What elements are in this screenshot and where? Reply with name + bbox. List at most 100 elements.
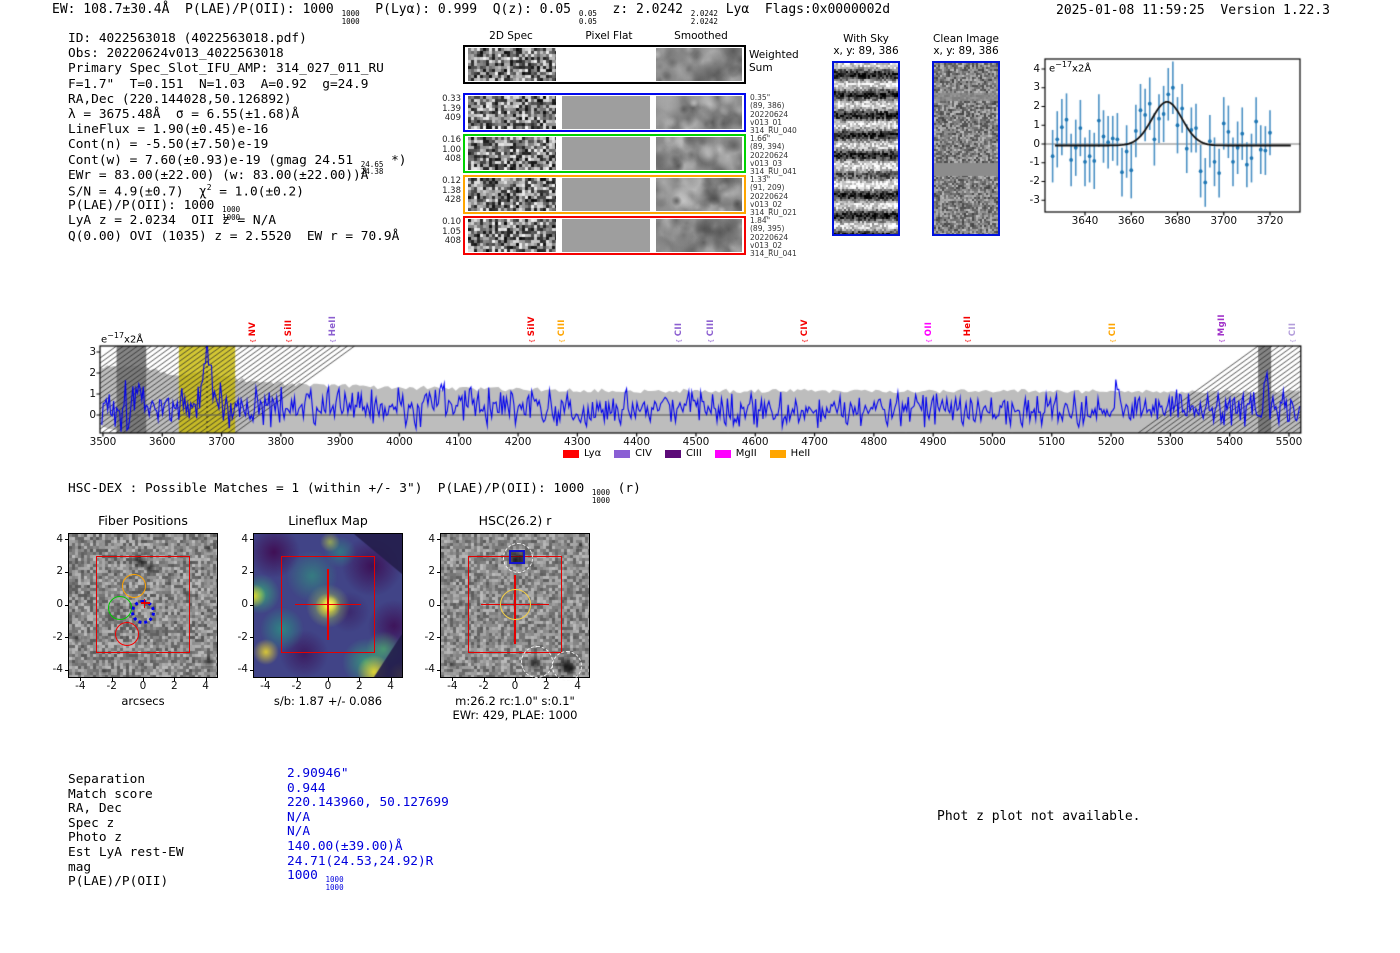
- fiber-y-tickmark-2: [65, 571, 68, 573]
- stacked-fraction: 2.0242 2.0242: [690, 9, 718, 26]
- linefit-x-tick-3720: 3720: [1256, 215, 1284, 227]
- spectrum-y-tick-1: 1: [89, 387, 96, 400]
- info-line-4: RA,Dec (220.144028,50.126892): [68, 91, 292, 107]
- emission-line-label-CIII-4: CIII: [557, 319, 567, 343]
- lineflux-y-tick-0: 0: [241, 598, 248, 610]
- fiber-circle-1: [107, 595, 132, 620]
- fiber-center-plus-v: [143, 598, 146, 608]
- spec2d-noise-image-3: [468, 178, 556, 211]
- hsc-x-tick-0: 0: [511, 680, 519, 692]
- spec2d-right-labels-3: 1.33" (91, 209) 20220624 v013_02 314_RU_021: [750, 175, 797, 218]
- linefit-y-tick-1: 1: [1033, 118, 1040, 131]
- fiber-y-tickmark--4: [65, 669, 68, 671]
- spec2d-noise-image-2: [468, 137, 556, 170]
- hsc-y-tickmark--2: [437, 637, 440, 639]
- hsc-x-tick--4: -4: [447, 680, 458, 692]
- linefit-y-tick--2: -2: [1029, 175, 1040, 187]
- lineflux-x-tickmark--4: [265, 678, 267, 681]
- linefit-x-tick-3640: 3640: [1071, 215, 1099, 227]
- spectrum-x-tick-5000: 5000: [979, 436, 1006, 448]
- hsc-y-tickmark-2: [437, 571, 440, 573]
- emission-line-label-HeII-9: HeII: [963, 316, 973, 343]
- elixer-report-page: 2025-01-08 11:59:25 Version 1.22.3 2D Sp…: [0, 0, 1400, 953]
- linefit-y-tick-0: 0: [1033, 137, 1040, 150]
- info-line-12: LyA z = 2.0234 OII z = N/A: [68, 213, 277, 229]
- spectrum-x-tick-5100: 5100: [1038, 436, 1066, 448]
- fiber-y-tick-0: 0: [56, 598, 63, 610]
- fiber-positions-title: Fiber Positions: [98, 513, 188, 528]
- spec2d-col-title-2dspec: 2D Spec: [489, 30, 533, 42]
- header-summary: EW: 108.7±30.4Å P(LAE)/P(OII): 1000 1000…: [52, 2, 891, 26]
- spec2d-right-labels-1: 0.35" (89, 386) 20220624 v013_01 314_RU_040: [750, 93, 797, 136]
- full-spectrum-canvas: [88, 328, 1304, 450]
- match-value-2: 220.143960, 50.127699: [287, 795, 449, 811]
- spec2d-pixelflat-1: [562, 96, 650, 129]
- lineflux-x-tick--2: -2: [291, 680, 302, 692]
- emission-line-label-CII-12: CII: [1288, 323, 1298, 343]
- stacked-fraction: 1000 1000: [591, 488, 610, 505]
- fiber-y-tick-2: 2: [56, 565, 63, 578]
- legend-label-Lyα: Lyα: [584, 448, 602, 459]
- fiber-y-tickmark-4: [65, 539, 68, 541]
- linefit-y-tick--1: -1: [1029, 156, 1040, 169]
- hsc-aperture-yellow-circle: [499, 589, 531, 620]
- spectrum-y-tick-0: 0: [89, 408, 96, 421]
- spectrum-x-tick-4100: 4100: [445, 436, 473, 448]
- spec2d-smoothed-image-0: [656, 48, 742, 81]
- spec2d-right-labels-2: 1.66" (89, 394) 20220624 v013_03 314_RU_041: [750, 134, 797, 177]
- info-line-13: Q(0.00) OVI (1035) z = 2.5520 EW r = 70.…: [68, 228, 400, 244]
- lineflux-x-tick-4: 4: [387, 680, 394, 692]
- legend-swatch-CIII: [664, 449, 681, 458]
- hsc-y-tick-2: 2: [428, 565, 435, 578]
- hsc-y-tick--4: -4: [424, 663, 435, 676]
- lineflux-y-tickmark-2: [250, 571, 253, 573]
- hsc-dex-summary: HSC-DEX : Possible Matches = 1 (within +…: [68, 481, 641, 505]
- info-line-3: F=1.7" T=0.151 N=1.03 A=0.92 g=24.9: [68, 76, 369, 92]
- legend-label-MgII: MgII: [735, 448, 757, 459]
- spec2d-smoothed-image-3: [656, 178, 742, 211]
- info-line-10: S/N = 4.9(±0.7) χ2 = 1.0(±0.2): [68, 183, 304, 200]
- spectrum-x-tick-5200: 5200: [1097, 436, 1125, 448]
- spec2d-right-labels-4: 1.84" (89, 395) 20220624 v013_02 314_RU_041: [750, 216, 797, 259]
- spectrum-x-tick-3500: 3500: [89, 436, 117, 448]
- hsc-y-tickmark-0: [437, 604, 440, 606]
- fiber-y-tickmark-0: [65, 604, 68, 606]
- spectrum-x-tick-4400: 4400: [623, 436, 651, 448]
- hsc-y-tick-0: 0: [428, 598, 435, 610]
- match-value-0: 2.90946": [287, 766, 349, 781]
- match-label-3: Spec z: [68, 815, 115, 831]
- spectrum-x-tick-4800: 4800: [860, 436, 888, 448]
- spec2d-left-labels-3: 0.12 1.38 428: [442, 176, 461, 206]
- cleanimage-image: [934, 63, 998, 234]
- spec2d-smoothed-image-1: [656, 96, 742, 129]
- info-line-9: EWr = 83.00(±22.00) (w: 83.00(±22.00))Å: [68, 167, 369, 183]
- spec2d-pixelflat-2: [562, 137, 650, 170]
- linefit-x-tick-3660: 3660: [1117, 215, 1145, 227]
- legend-swatch-Lyα: [563, 449, 579, 458]
- spectrum-x-tick-5300: 5300: [1156, 436, 1184, 448]
- spec2d-weighted-sum-label: Weighted Sum: [749, 49, 799, 74]
- spectrum-x-tick-4500: 4500: [682, 436, 710, 448]
- spectrum-x-tick-4200: 4200: [504, 436, 532, 448]
- fiber-x-tick-0: 0: [139, 680, 147, 692]
- withsky-title: With Sky: [843, 33, 889, 45]
- info-line-2: Primary Spec_Slot_IFU_AMP: 314_027_011_R…: [68, 61, 384, 77]
- spec2d-pixelflat-3: [562, 178, 650, 211]
- fiber-y-tick--2: -2: [52, 630, 63, 643]
- stacked-fraction: 0.05 0.05: [578, 9, 597, 26]
- hsc-x-tickmark-0: [515, 678, 516, 681]
- spec2d-pixelflat-0: [562, 48, 650, 81]
- emission-line-label-HeII-2: HeII: [328, 316, 338, 343]
- legend-item-HeII: HeII: [769, 448, 810, 459]
- spec2d-col-title-smoothed: Smoothed: [674, 30, 728, 42]
- emission-line-label-CII-5: CII: [674, 323, 684, 343]
- legend-label-CIV: CIV: [635, 448, 652, 459]
- hsc-x-tick-4: 4: [574, 680, 581, 692]
- spec2d-pixelflat-4: [562, 219, 650, 252]
- legend-item-MgII: MgII: [714, 448, 757, 459]
- lineflux-y-tick--4: -4: [237, 663, 248, 676]
- legend-item-Lyα: Lyα: [563, 448, 601, 459]
- linefit-y-tick-2: 2: [1033, 100, 1040, 112]
- match-value-1: 0.944: [287, 780, 326, 796]
- emission-line-label-CIII-6: CIII: [706, 319, 716, 343]
